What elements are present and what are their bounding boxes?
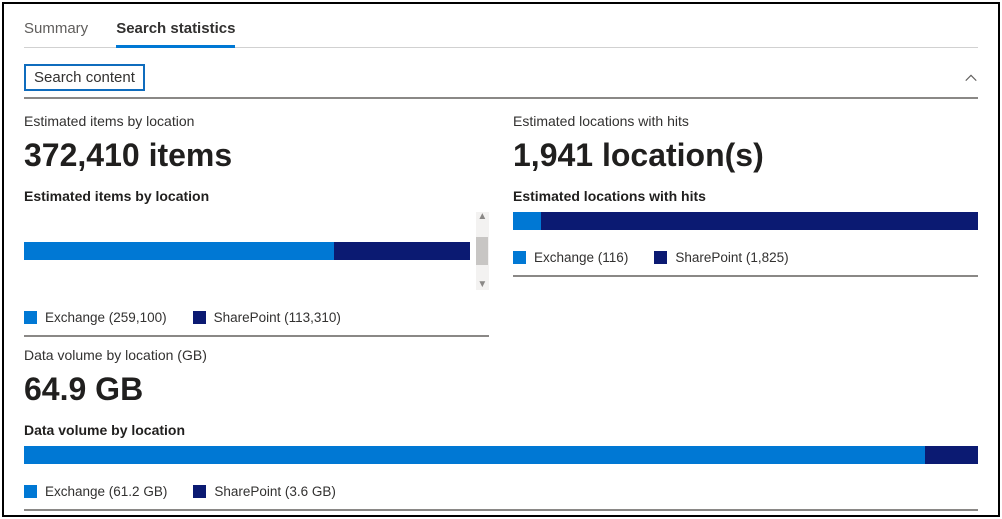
divider: [513, 275, 978, 277]
section-header[interactable]: Search content: [24, 64, 978, 99]
legend: Exchange (61.2 GB) SharePoint (3.6 GB): [24, 484, 978, 499]
tab-bar: Summary Search statistics: [24, 14, 978, 48]
legend-item-sharepoint: SharePoint (113,310): [193, 310, 341, 325]
divider: [24, 335, 489, 337]
volume-bar-chart: [24, 446, 978, 464]
legend-label: Exchange (116): [534, 250, 628, 265]
panel-label: Estimated locations with hits: [513, 113, 978, 129]
legend-label: Exchange (61.2 GB): [45, 484, 167, 499]
chart-title: Data volume by location: [24, 422, 978, 438]
swatch-icon: [24, 311, 37, 324]
scroll-up-icon[interactable]: ▲: [477, 212, 487, 222]
legend-item-sharepoint: SharePoint (3.6 GB): [193, 484, 336, 499]
section-title: Search content: [24, 64, 145, 91]
panel-value: 64.9 GB: [24, 371, 978, 408]
items-bar-chart: [24, 242, 470, 260]
tab-search-statistics[interactable]: Search statistics: [116, 14, 235, 47]
scroll-down-icon[interactable]: ▼: [477, 280, 487, 290]
panel-value: 372,410 items: [24, 137, 489, 174]
legend-label: SharePoint (1,825): [675, 250, 788, 265]
legend: Exchange (116) SharePoint (1,825): [513, 250, 978, 265]
tab-summary[interactable]: Summary: [24, 14, 88, 47]
swatch-icon: [193, 485, 206, 498]
legend-label: SharePoint (3.6 GB): [214, 484, 336, 499]
scrollbar[interactable]: ▲ ▼: [476, 212, 489, 290]
locations-bar-chart: [513, 212, 978, 230]
bar-segment-exchange: [24, 242, 334, 260]
chart-title: Estimated items by location: [24, 188, 489, 204]
panel-label: Estimated items by location: [24, 113, 489, 129]
panel-label: Data volume by location (GB): [24, 347, 978, 363]
legend-item-exchange: Exchange (259,100): [24, 310, 167, 325]
legend-label: Exchange (259,100): [45, 310, 167, 325]
panel-items-by-location: Estimated items by location 372,410 item…: [24, 113, 489, 337]
legend-item-exchange: Exchange (116): [513, 250, 628, 265]
panel-value: 1,941 location(s): [513, 137, 978, 174]
bar-segment-exchange: [513, 212, 541, 230]
bar-segment-sharepoint: [541, 212, 978, 230]
swatch-icon: [654, 251, 667, 264]
swatch-icon: [513, 251, 526, 264]
panel-data-volume: Data volume by location (GB) 64.9 GB Dat…: [24, 347, 978, 511]
bar-segment-exchange: [24, 446, 925, 464]
legend-label: SharePoint (113,310): [214, 310, 341, 325]
scroll-thumb[interactable]: [476, 237, 488, 265]
legend-item-sharepoint: SharePoint (1,825): [654, 250, 788, 265]
panel-locations-with-hits: Estimated locations with hits 1,941 loca…: [513, 113, 978, 337]
legend-item-exchange: Exchange (61.2 GB): [24, 484, 167, 499]
swatch-icon: [193, 311, 206, 324]
chart-title: Estimated locations with hits: [513, 188, 978, 204]
swatch-icon: [24, 485, 37, 498]
chevron-up-icon[interactable]: [964, 71, 978, 85]
legend: Exchange (259,100) SharePoint (113,310): [24, 310, 489, 325]
statistics-frame: Summary Search statistics Search content…: [2, 2, 1000, 517]
bar-segment-sharepoint: [334, 242, 470, 260]
bar-segment-sharepoint: [925, 446, 978, 464]
divider: [24, 509, 978, 511]
